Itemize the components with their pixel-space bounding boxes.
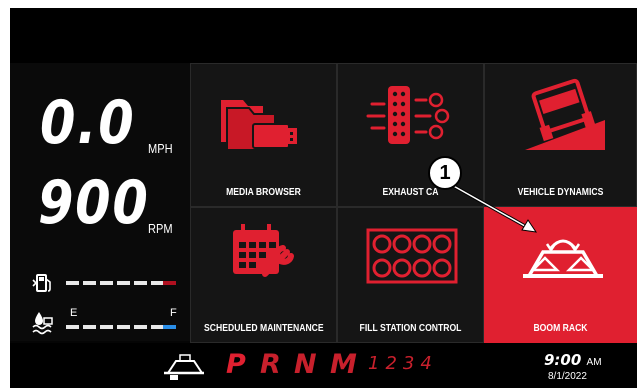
tile-label: VEHICLE DYNAMICS (517, 186, 604, 198)
clock-ampm: AM (586, 357, 602, 368)
rpm-unit: RPM (148, 221, 173, 236)
def-fluid-icon (32, 312, 53, 335)
tile-boom-rack[interactable]: BOOM RACK (484, 207, 637, 343)
gear-r: R (260, 349, 281, 380)
vehicle-display: 0.0 MPH 900 RPM E F MEDIA BROWSER EXHAUS… (10, 8, 637, 388)
callout-number: 1 (428, 156, 462, 190)
gauge-panel: 0.0 MPH 900 RPM E F (10, 63, 190, 341)
tile-label: BOOM RACK (533, 322, 588, 334)
tile-label: MEDIA BROWSER (226, 186, 301, 198)
bottom-bar: P R N M 1234 9:00 AM 8/1/2022 (10, 343, 637, 388)
def-level-bar (66, 325, 176, 329)
tile-label: FILL STATION CONTROL (359, 322, 462, 334)
boom-status-icon (164, 354, 204, 380)
fuel-pump-icon (32, 274, 51, 292)
tile-media-browser[interactable]: MEDIA BROWSER (190, 63, 337, 207)
speed-unit: MPH (148, 141, 173, 156)
tile-fill-station-control[interactable]: FILL STATION CONTROL (337, 207, 484, 343)
clock-time: 9:00 AM (544, 351, 602, 369)
def-full-label: F (170, 307, 177, 319)
gear-p: P (226, 349, 246, 380)
gear-m: M (330, 349, 357, 380)
gear-numbers: 1234 (368, 353, 438, 374)
rpm-value: 900 (38, 168, 150, 238)
top-bar (10, 8, 637, 63)
clock-date: 8/1/2022 (548, 371, 587, 382)
tile-label: SCHEDULED MAINTENANCE (204, 322, 324, 334)
tile-scheduled-maintenance[interactable]: SCHEDULED MAINTENANCE (190, 207, 337, 343)
fuel-gauge (26, 270, 176, 296)
def-empty-label: E (70, 307, 78, 319)
speed-value: 0.0 (40, 88, 136, 158)
tile-exhaust[interactable]: EXHAUST CA (337, 63, 484, 207)
gear-n: N (294, 349, 317, 380)
tile-vehicle-dynamics[interactable]: VEHICLE DYNAMICS (484, 63, 637, 207)
fuel-level-bar (66, 281, 176, 285)
def-gauge: E F (26, 307, 177, 336)
